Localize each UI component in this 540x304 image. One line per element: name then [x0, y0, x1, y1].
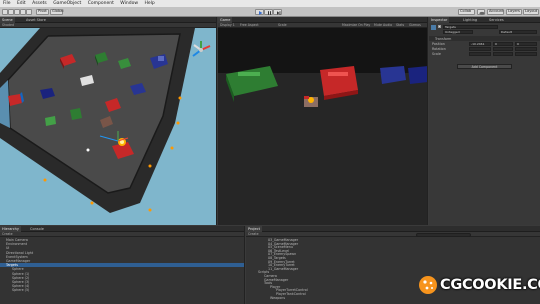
list-item[interactable]: Weapons	[270, 296, 285, 300]
menu-file[interactable]: File	[3, 1, 11, 6]
menu-window[interactable]: Window	[120, 1, 138, 6]
menu-bar: File Edit Assets GameObject Component Wi…	[0, 0, 540, 7]
layer-dropdown[interactable]: Default	[499, 30, 537, 34]
transform-header[interactable]: Transform	[429, 36, 540, 41]
rect-tool-button[interactable]	[26, 9, 32, 15]
hierarchy-panel: Hierarchy Console Create Main Camera Env…	[0, 226, 245, 304]
menu-component[interactable]: Component	[88, 1, 114, 6]
rotation-z-field[interactable]	[515, 47, 537, 51]
menu-help[interactable]: Help	[144, 1, 154, 6]
position-z-field[interactable]: 0	[515, 42, 537, 46]
tab-lighting[interactable]: Lighting	[461, 17, 479, 23]
project-create-button[interactable]: Create	[248, 232, 259, 237]
rotation-y-field[interactable]	[493, 47, 513, 51]
scale-z-field[interactable]	[515, 52, 537, 56]
hierarchy-tree: Main Camera Environment UI Directional L…	[0, 238, 244, 304]
cloud-icon	[479, 11, 485, 15]
cloud-button[interactable]	[477, 9, 485, 15]
tab-inspector[interactable]: Inspector	[429, 17, 450, 23]
gameobject-icon	[431, 25, 436, 30]
scale-y-field[interactable]	[493, 52, 513, 56]
scene-view[interactable]: Scene Asset Store Shaded	[0, 17, 217, 225]
project-search-input[interactable]	[416, 232, 471, 237]
rotation-label: Rotation	[432, 47, 446, 51]
game-viewport[interactable]	[218, 28, 428, 225]
menu-edit[interactable]: Edit	[17, 1, 26, 6]
main-toolbar: Pivot Global Collab Account Layers Layou…	[0, 7, 540, 17]
tag-dropdown[interactable]: Untagged	[443, 30, 473, 34]
pause-button[interactable]	[264, 9, 273, 15]
pivot-toggle[interactable]: Pivot	[36, 9, 49, 15]
game-tank-red	[320, 66, 358, 100]
list-item-selected[interactable]: Targets	[0, 263, 244, 268]
position-label: Position	[432, 42, 445, 46]
menu-assets[interactable]: Assets	[32, 1, 47, 6]
cookie-icon	[419, 276, 437, 294]
game-view[interactable]: Game Display 1 Free Aspect Scale Maximiz…	[218, 17, 428, 225]
layout-dropdown[interactable]: Layout	[523, 9, 539, 15]
inspector-tabbar: Inspector Lighting Services	[429, 17, 540, 23]
space-toggle[interactable]: Global	[50, 9, 63, 15]
position-y-field[interactable]: 0	[493, 42, 513, 46]
game-tank-blue-2	[408, 66, 427, 84]
list-item[interactable]: Sphere (5)	[12, 288, 29, 292]
account-dropdown[interactable]: Account	[487, 9, 504, 15]
project-toolbar: Create	[246, 232, 540, 237]
step-icon	[277, 11, 281, 15]
scene-gizmo[interactable]	[190, 39, 212, 61]
add-component-button[interactable]: Add Component	[457, 64, 512, 69]
scale-x-field[interactable]	[469, 52, 491, 56]
hierarchy-toolbar: Create	[0, 232, 244, 237]
step-button[interactable]	[273, 9, 282, 15]
cgcookie-text: CGCOOKIE.COM	[440, 277, 540, 293]
game-player-tank	[304, 96, 318, 107]
position-x-field[interactable]: -10.2461	[469, 42, 491, 46]
scene-viewport[interactable]	[0, 28, 217, 225]
tab-services[interactable]: Services	[487, 17, 506, 23]
object-name-field[interactable]: Targets	[443, 25, 498, 29]
active-checkbox[interactable]	[438, 25, 441, 28]
rotation-x-field[interactable]	[469, 47, 491, 51]
hierarchy-create-button[interactable]: Create	[2, 232, 13, 237]
collab-button[interactable]: Collab	[458, 9, 475, 15]
menu-gameobject[interactable]: GameObject	[53, 1, 81, 6]
cgcookie-watermark: CGCOOKIE.COM	[418, 270, 540, 300]
inspector-panel: Inspector Lighting Services Targets Unta…	[429, 17, 540, 225]
layers-dropdown[interactable]: Layers	[506, 9, 522, 15]
scale-label: Scale	[432, 52, 441, 56]
tank-green-3	[70, 108, 82, 120]
play-button[interactable]	[255, 9, 264, 15]
list-item[interactable]: 11_GameManager	[268, 267, 298, 271]
